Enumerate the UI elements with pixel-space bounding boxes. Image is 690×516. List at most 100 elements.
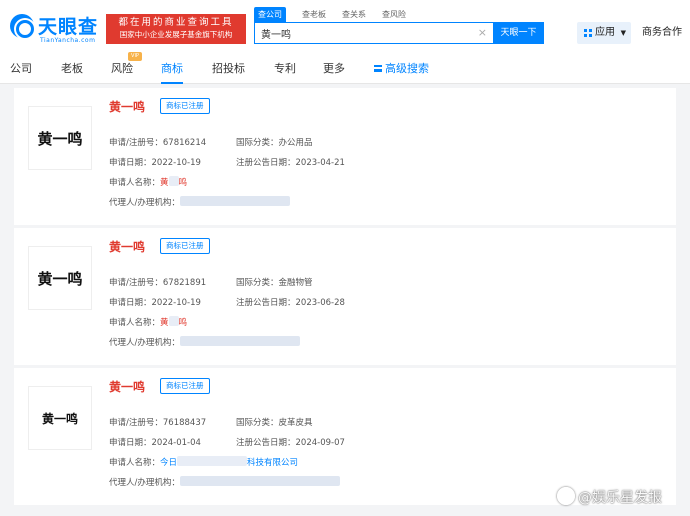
applicant-name-part[interactable]: 鸣 [179,178,188,188]
applicant-name-part[interactable]: 黄 [160,178,169,188]
nav-more[interactable]: 更多 [323,56,345,84]
reg-number-row: 申请/注册号：67821891 [109,276,206,288]
apply-date: 2022-10-19 [151,298,201,308]
nav-patent[interactable]: 专利 [274,56,296,84]
redacted-block [168,316,179,326]
applicant-name-part[interactable]: 黄 [160,318,169,328]
weibo-watermark: @娱乐星发报 [557,487,662,509]
nav-bidding[interactable]: 招投标 [212,56,245,84]
reg-number: 67821891 [162,278,207,288]
applicant-label: 申请人名称： [109,178,161,188]
pub-date: 2023-04-21 [295,158,345,168]
banner-line-1: 都在用的商业查询工具 [118,17,234,28]
applicant-row: 申请人名称：黄鸣 [109,316,187,328]
apps-label: 应用 [595,27,615,38]
apply-date-label: 申请日期： [109,298,152,308]
redacted-block [168,176,179,186]
agent-label: 代理人/办理机构： [109,338,180,348]
search-tab-company[interactable]: 查公司 [254,7,286,22]
class-label: 国际分类： [236,278,279,288]
pub-date-label: 注册公告日期： [236,438,296,448]
apply-date-label: 申请日期： [109,158,152,168]
pub-date: 2023-06-28 [295,298,345,308]
reg-number-row: 申请/注册号：67816214 [109,136,206,148]
redacted-agent [179,196,290,206]
banner-line-2: 国家中小企业发展子基金旗下机构 [119,30,233,39]
logo-domain: TianYancha.com [40,37,96,44]
redacted-agent [179,476,340,486]
promo-banner[interactable]: 都在用的商业查询工具 国家中小企业发展子基金旗下机构 [106,14,246,44]
applicant-row: 申请人名称：今日 科技有限公司 [109,456,298,468]
search-button[interactable]: 天眼一下 [493,22,544,44]
chevron-down-icon: ▼ [620,29,626,37]
trademark-name[interactable]: 黄一鸣 [109,238,145,255]
applicant-name-part[interactable]: 科技有限公司 [247,458,298,468]
watermark-text: @娱乐星发报 [578,490,662,506]
reg-number: 67816214 [162,138,207,148]
agent-row: 代理人/办理机构： [109,476,340,488]
trademark-card[interactable]: 黄一鸣 黄一鸣 商标已注册 申请/注册号：67816214 国际分类：办公用品 … [14,88,676,225]
apps-grid-icon [584,29,592,37]
class-value: 皮革皮具 [278,418,313,428]
class-value: 金融物管 [278,278,313,288]
status-badge: 商标已注册 [160,238,210,254]
class-label: 国际分类： [236,418,279,428]
status-badge: 商标已注册 [160,98,210,114]
trademark-name[interactable]: 黄一鸣 [109,378,145,395]
applicant-row: 申请人名称：黄鸣 [109,176,187,188]
apply-date-row: 申请日期：2022-10-19 [109,296,201,308]
nav-company[interactable]: 公司 [10,56,32,84]
redacted-agent [179,336,300,346]
redacted-block [177,456,248,466]
class-label: 国际分类： [236,138,279,148]
eye-logo-icon [10,14,34,38]
applicant-label: 申请人名称： [109,318,161,328]
applicant-name-part[interactable]: 今日 [160,458,177,468]
agent-row: 代理人/办理机构： [109,196,290,208]
category-nav: 公司 老板 风险 VIP 商标 招投标 专利 更多 高级搜索 [0,52,690,84]
pub-date: 2024-09-07 [295,438,345,448]
advanced-search-label: 高级搜索 [385,62,429,75]
apply-date-label: 申请日期： [109,438,152,448]
reg-number-label: 申请/注册号： [109,418,163,428]
nav-boss[interactable]: 老板 [61,56,83,84]
pub-date-row: 注册公告日期：2023-04-21 [236,156,345,168]
advanced-search-link[interactable]: 高级搜索 [374,56,429,84]
trademark-card[interactable]: 黄一鸣 黄一鸣 商标已注册 申请/注册号：67821891 国际分类：金融物管 … [14,228,676,365]
search-tab-boss[interactable]: 查老板 [298,7,330,22]
applicant-label: 申请人名称： [109,458,161,468]
apps-menu-button[interactable]: 应用 ▼ [577,22,631,44]
search-input[interactable]: 黄一鸣 × [254,22,494,44]
trademark-image[interactable]: 黄一鸣 [28,386,92,450]
nav-trademark[interactable]: 商标 [161,56,183,84]
reg-number-label: 申请/注册号： [109,278,163,288]
vip-badge: VIP [128,52,142,61]
trademark-image[interactable]: 黄一鸣 [28,246,92,310]
class-row: 国际分类：办公用品 [236,136,313,148]
agent-row: 代理人/办理机构： [109,336,300,348]
status-badge: 商标已注册 [160,378,210,394]
trademark-name[interactable]: 黄一鸣 [109,98,145,115]
clear-icon[interactable]: × [478,26,487,39]
tianyancha-logo[interactable]: 天眼查 TianYancha.com [10,10,102,48]
class-row: 国际分类：金融物管 [236,276,313,288]
advanced-search-icon [374,65,382,72]
class-value: 办公用品 [278,138,313,148]
reg-number: 76188437 [162,418,207,428]
apply-date-row: 申请日期：2022-10-19 [109,156,201,168]
trademark-card[interactable]: 黄一鸣 黄一鸣 商标已注册 申请/注册号：76188437 国际分类：皮革皮具 … [14,368,676,505]
agent-label: 代理人/办理机构： [109,478,180,488]
pub-date-label: 注册公告日期： [236,298,296,308]
apply-date: 2022-10-19 [151,158,201,168]
weibo-icon [557,487,575,505]
business-cooperation-link[interactable]: 商务合作 [642,22,682,44]
pub-date-label: 注册公告日期： [236,158,296,168]
search-input-value: 黄一鸣 [261,30,291,41]
trademark-image[interactable]: 黄一鸣 [28,106,92,170]
applicant-name-part[interactable]: 鸣 [179,318,188,328]
search-tab-relation[interactable]: 查关系 [338,7,370,22]
apply-date: 2024-01-04 [151,438,201,448]
apply-date-row: 申请日期：2024-01-04 [109,436,201,448]
reg-number-label: 申请/注册号： [109,138,163,148]
search-tab-risk[interactable]: 查风险 [378,7,410,22]
